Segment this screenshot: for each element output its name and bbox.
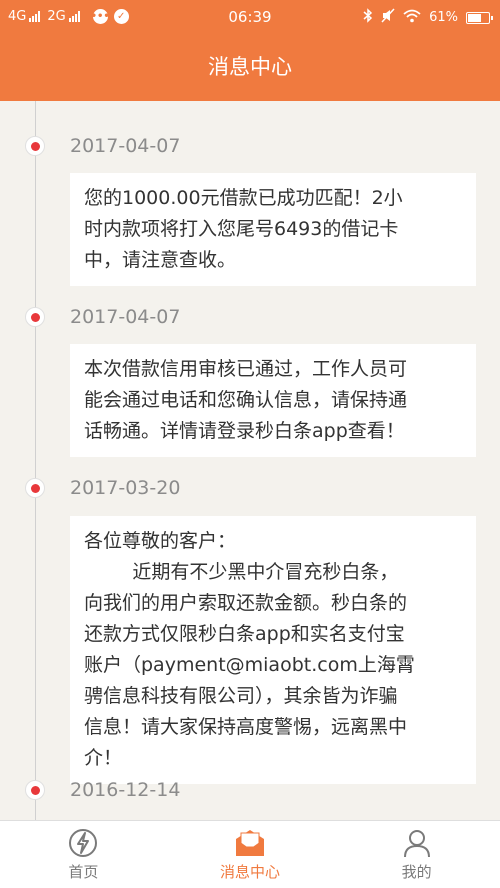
tab-messages[interactable]: 消息中心 <box>167 821 334 888</box>
timeline-line <box>35 101 36 820</box>
tab-label: 我的 <box>401 863 432 881</box>
page-title: 消息中心 <box>0 33 500 101</box>
timeline-dot <box>25 780 45 800</box>
message-line: 本次借款信用审核已通过，工作人员可 <box>84 358 408 380</box>
message-line: 账户（payment@miaobt.com上海霄 <box>84 654 415 676</box>
timeline-dot <box>25 478 45 498</box>
mute-icon <box>381 8 395 27</box>
bottom-tab-bar: 首页 消息中心 我的 <box>0 820 500 888</box>
message-date: 2017-03-20 <box>70 477 181 499</box>
message-line: 还款方式仅限秒白条app和实名支付宝 <box>84 623 405 645</box>
status-bar: 4G 2G ••• ✓ 06:39 61% <box>0 0 500 33</box>
message-line: 近期有不少黑中介冒充秒白条， <box>84 561 399 583</box>
message-date: 2016-12-14 <box>70 779 181 801</box>
message-line: 骋信息科技有限公司），其余皆为诈骗 <box>84 685 398 707</box>
tab-label: 首页 <box>68 863 99 881</box>
message-line: 向我们的用户索取还款金额。秒白条的 <box>84 592 408 614</box>
message-line: 信息！请大家保持高度警惕，远离黑中 <box>84 716 408 738</box>
lightning-icon <box>66 827 100 859</box>
message-line: 时内款项将打入您尾号6493的借记卡 <box>84 218 399 240</box>
timeline-dot <box>25 136 45 156</box>
message-line: 介！ <box>84 747 123 769</box>
message-card[interactable]: 各位尊敬的客户： 近期有不少黑中介冒充秒白条， 向我们的用户索取还款金额。秒白条… <box>70 516 476 784</box>
message-line: 中，请注意查收。 <box>84 249 237 271</box>
message-card[interactable]: 本次借款信用审核已通过，工作人员可 能会通过电话和您确认信息，请保持通 话畅通。… <box>70 344 476 457</box>
tab-profile[interactable]: 我的 <box>333 821 500 888</box>
message-card[interactable]: 您的1000.00元借款已成功匹配！2小 时内款项将打入您尾号6493的借记卡 … <box>70 173 476 286</box>
battery-icon <box>466 11 493 24</box>
message-line: 您的1000.00元借款已成功匹配！2小 <box>84 187 403 209</box>
timeline-dot <box>25 307 45 327</box>
message-line: 能会通过电话和您确认信息，请保持通 <box>84 389 408 411</box>
message-line: 各位尊敬的客户： <box>84 530 237 552</box>
tab-home[interactable]: 首页 <box>0 821 167 888</box>
wifi-icon <box>403 9 421 27</box>
message-line: 话畅通。详情请登录秒白条app查看！ <box>84 420 405 442</box>
bluetooth-icon <box>363 8 373 27</box>
status-right: 61% <box>363 8 493 27</box>
envelope-icon <box>233 827 267 859</box>
user-icon <box>400 827 434 859</box>
tab-label: 消息中心 <box>220 863 281 881</box>
message-date: 2017-04-07 <box>70 306 181 328</box>
battery-level <box>468 13 482 22</box>
message-date: 2017-04-07 <box>70 135 181 157</box>
battery-percent: 61% <box>429 10 458 25</box>
